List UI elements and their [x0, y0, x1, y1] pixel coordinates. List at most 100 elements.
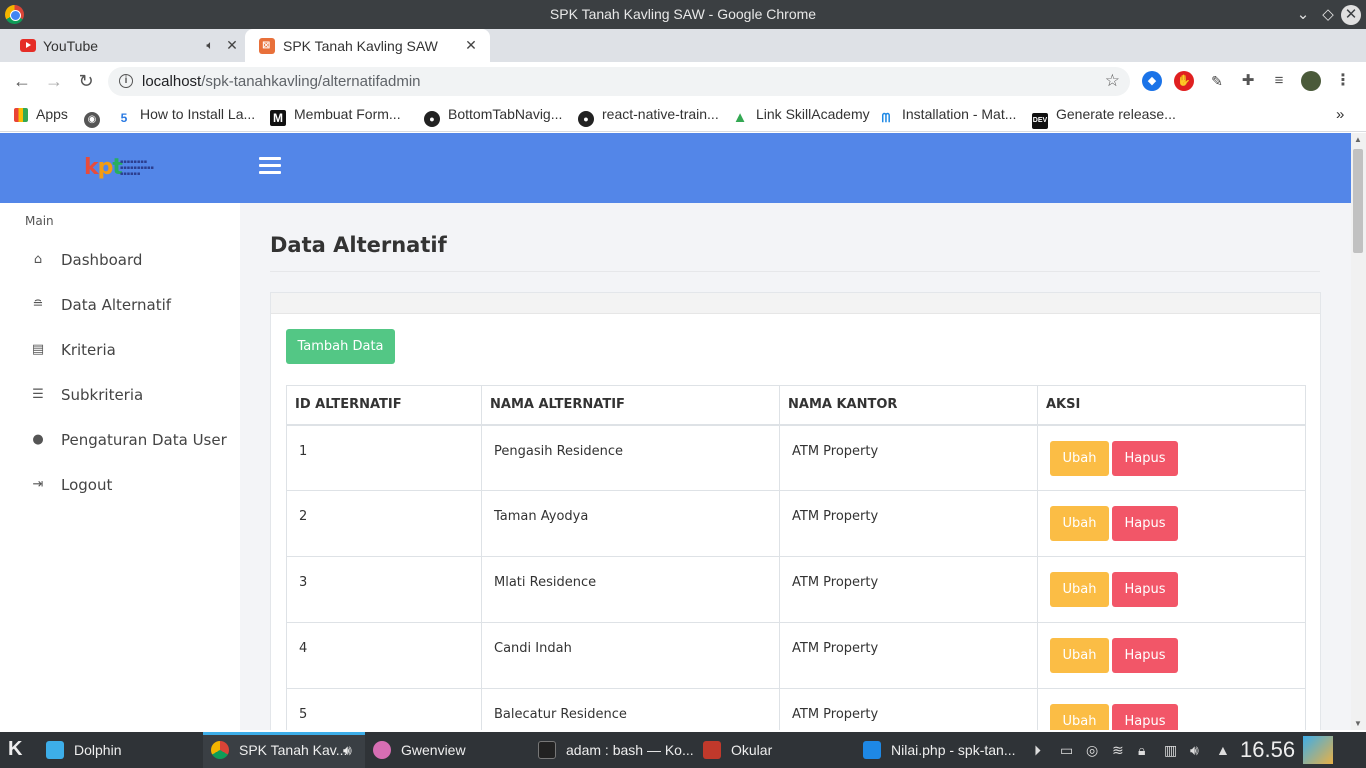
taskbar-item-gwenview[interactable]: Gwenview [365, 732, 530, 768]
taskbar-item-dolphin[interactable]: Dolphin [38, 732, 203, 768]
sidebar-item-logout[interactable]: ⇥ Logout [0, 466, 240, 506]
taskbar-item-vscode[interactable]: Nilai.php - spk-tan... [855, 732, 1025, 768]
sidebar-item-pengaturan-user[interactable]: ● Pengaturan Data User [0, 421, 240, 461]
display-icon[interactable]: ▭ [1060, 742, 1073, 759]
terminal-icon [538, 741, 556, 759]
medium-icon: M [270, 110, 286, 126]
hapus-button[interactable]: Hapus [1112, 704, 1178, 730]
5-icon: 5 [120, 111, 128, 125]
tray-expand-icon[interactable]: ▲ [1216, 742, 1230, 758]
eyedropper-icon[interactable]: ✎ [1207, 71, 1227, 91]
close-window-icon[interactable]: ✕ [1341, 5, 1361, 25]
address-bar[interactable]: i localhost/spk-tanahkavling/alternatifa… [108, 67, 1130, 96]
menu-kebab-icon[interactable]: ⋮ [1333, 71, 1353, 91]
back-icon[interactable]: ← [10, 69, 34, 93]
brand-logo[interactable]: kpt [84, 155, 123, 180]
cell-nama-alternatif: Candi Indah [481, 622, 780, 689]
list-alt-icon: ▤ [31, 342, 45, 357]
maximize-icon[interactable]: ◇ [1317, 4, 1339, 26]
card-header [271, 293, 1320, 314]
google-drive-icon: ▲ [732, 109, 748, 126]
bookmarks-bar: Apps ◉ 5 How to Install La... M Membuat Fo… [0, 99, 1366, 132]
minimize-icon[interactable]: ⌄ [1292, 4, 1314, 26]
top-navbar [240, 133, 1351, 203]
scrollbar-thumb[interactable] [1353, 149, 1363, 253]
taskbar-clock[interactable]: 16.56 [1240, 737, 1295, 763]
url-text[interactable]: localhost/spk-tanahkavling/alternatifadm… [142, 73, 421, 90]
sidebar-item-dashboard[interactable]: ⌂ Dashboard [0, 241, 240, 281]
sidebar-item-subkriteria[interactable]: ☰ Subkriteria [0, 376, 240, 416]
adblock-icon[interactable]: ✋ [1174, 71, 1194, 91]
taskbar-item-konsole[interactable]: adam : bash — Ko... [530, 732, 695, 768]
dolphin-icon [46, 741, 64, 759]
bookmark-bottomtabnavig[interactable]: ● BottomTabNavig... [424, 106, 562, 127]
chrome-icon [211, 741, 229, 759]
sidebar-item-label: Subkriteria [61, 386, 144, 404]
media-control-icon[interactable]: ≡ [1269, 71, 1289, 91]
main-content: Data Alternatif Tambah Data ID ALTERNATI… [240, 203, 1351, 730]
ubah-button[interactable]: Ubah [1050, 638, 1109, 673]
bookmark-star-icon[interactable]: ☆ [1105, 71, 1120, 91]
bookmark-install-la[interactable]: 5 How to Install La... [116, 106, 256, 125]
cell-nama-kantor: ATM Property [779, 622, 1038, 689]
info-icon[interactable]: i [119, 74, 133, 88]
sidebar-item-kriteria[interactable]: ▤ Kriteria [0, 331, 240, 371]
hamburger-menu-icon[interactable] [259, 157, 281, 175]
more-bookmarks-icon[interactable]: » [1336, 106, 1344, 124]
clipboard-icon[interactable]: ▥ [1164, 742, 1177, 759]
hapus-button[interactable]: Hapus [1112, 440, 1178, 476]
close-tab-icon[interactable]: ✕ [222, 35, 242, 55]
cell-id: 1 [286, 424, 482, 491]
database-icon: ≘ [32, 297, 44, 312]
ubah-button[interactable]: Ubah [1050, 440, 1109, 476]
close-tab-icon[interactable]: ✕ [461, 35, 481, 55]
bookmark-membuat-form[interactable]: M Membuat Form... [270, 106, 401, 126]
cell-aksi: Ubah Hapus [1037, 622, 1306, 689]
lock-icon[interactable]: 🔒︎ [1138, 742, 1145, 759]
bookmark-apps[interactable]: Apps [14, 106, 68, 124]
speaker-icon[interactable]: 🔈︎ [200, 35, 220, 55]
reload-icon[interactable]: ↻ [74, 69, 98, 93]
media-player-icon[interactable]: ⏵ [1034, 742, 1041, 759]
cell-id: 3 [286, 556, 482, 623]
hapus-button[interactable]: Hapus [1112, 572, 1178, 607]
ubah-button[interactable]: Ubah [1050, 506, 1109, 541]
taskbar-item-chrome[interactable]: SPK Tanah Kav... 🔊︎ [203, 732, 365, 768]
extension-blue-icon[interactable]: ◆ [1142, 71, 1162, 91]
tambah-data-button[interactable]: Tambah Data [286, 329, 395, 364]
kde-launcher-icon[interactable]: K [8, 738, 22, 761]
bookmark-installation-mat[interactable]: ᗰ Installation - Mat... [878, 106, 1017, 125]
hapus-button[interactable]: Hapus [1112, 506, 1178, 541]
sidebar-item-data-alternatif[interactable]: ≘ Data Alternatif [0, 286, 240, 326]
bookmark-react-native[interactable]: ● react-native-train... [578, 106, 719, 127]
show-desktop-icon[interactable] [1303, 736, 1333, 764]
profile-avatar[interactable] [1301, 71, 1321, 91]
table-row: 3 Mlati Residence ATM Property Ubah Hapus [286, 556, 1306, 623]
volume-icon[interactable]: 🔊︎ [1190, 742, 1199, 759]
hapus-button[interactable]: Hapus [1112, 638, 1178, 673]
wifi-icon[interactable]: ≋ [1112, 742, 1124, 759]
sidebar-heading: Main [25, 214, 54, 228]
column-header: ID ALTERNATIF [286, 385, 482, 426]
bookmark-globe[interactable]: ◉ [84, 106, 108, 128]
page-scrollbar[interactable]: ▲ ▼ [1351, 133, 1366, 730]
tab-label: SPK Tanah Kavling SAW [283, 38, 438, 54]
updates-icon[interactable]: ◎ [1086, 742, 1098, 759]
url-path: /spk-tanahkavling/alternatifadmin [201, 73, 421, 90]
extensions-puzzle-icon[interactable]: ✚ [1238, 71, 1258, 91]
sidebar: Main ⌂ Dashboard ≘ Data Alternatif ▤ Kri… [0, 203, 240, 730]
scroll-up-icon[interactable]: ▲ [1354, 135, 1362, 144]
ubah-button[interactable]: Ubah [1050, 572, 1109, 607]
vscode-icon [863, 741, 881, 759]
scroll-down-icon[interactable]: ▼ [1354, 719, 1362, 728]
bookmark-generate-release[interactable]: DEV Generate release... [1032, 106, 1176, 129]
tab-spk[interactable]: ⊠ SPK Tanah Kavling SAW ✕ [245, 29, 490, 62]
forward-icon[interactable]: → [42, 69, 66, 93]
cell-nama-alternatif: Taman Ayodya [481, 490, 780, 557]
taskbar-item-okular[interactable]: Okular [695, 732, 855, 768]
brand-area: kpt ▪▪▪▪▪▪▪▪ ▪▪▪▪▪▪▪▪▪▪ ▪▪▪▪▪▪ [0, 133, 240, 203]
bookmark-skillacademy[interactable]: ▲ Link SkillAcademy [732, 106, 870, 126]
tab-youtube[interactable]: YouTube 🔈︎ ✕ [0, 29, 245, 62]
ubah-button[interactable]: Ubah [1050, 704, 1109, 730]
cell-id: 5 [286, 688, 482, 730]
